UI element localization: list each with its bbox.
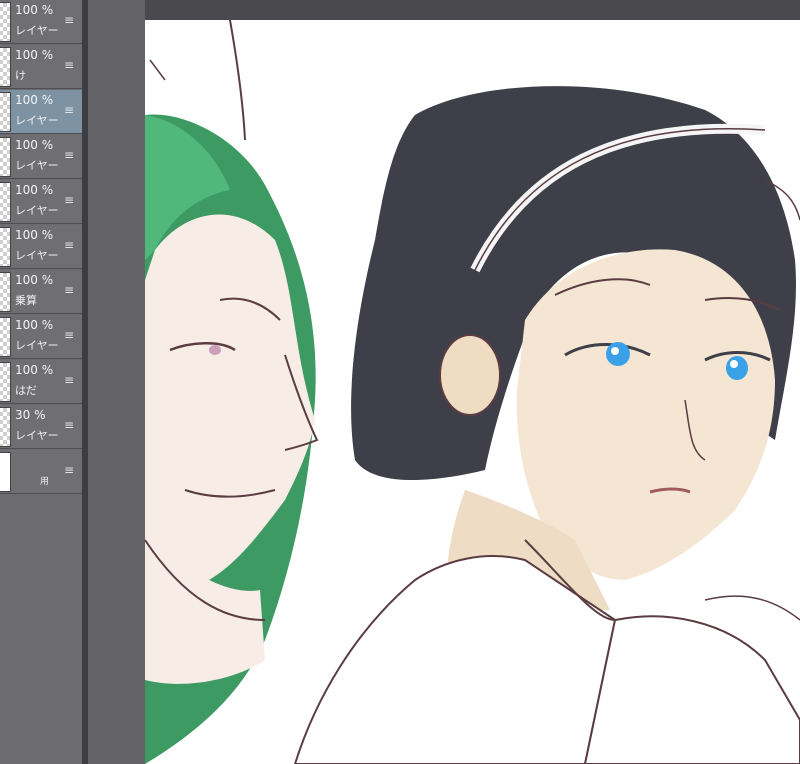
- layer-row[interactable]: 100 % レイヤー ≡: [0, 315, 82, 359]
- hamburger-menu-icon[interactable]: ≡: [64, 238, 74, 252]
- hamburger-menu-icon[interactable]: ≡: [64, 373, 74, 387]
- hamburger-menu-icon[interactable]: ≡: [64, 58, 74, 72]
- layer-thumbnail: [0, 2, 11, 42]
- hamburger-menu-icon[interactable]: ≡: [64, 148, 74, 162]
- hamburger-menu-icon[interactable]: ≡: [64, 193, 74, 207]
- layer-thumbnail: [0, 182, 11, 222]
- layer-row[interactable]: 100 % レイヤー ≡: [0, 135, 82, 179]
- layer-opacity: 100 %: [15, 3, 54, 17]
- layer-thumbnail: [0, 317, 11, 357]
- layer-name: レイヤー: [15, 249, 59, 262]
- hamburger-menu-icon[interactable]: ≡: [64, 13, 74, 27]
- layer-row[interactable]: 100 % レイヤー ≡: [0, 90, 82, 134]
- layer-thumbnail: [0, 407, 11, 447]
- layer-thumbnail: [0, 227, 11, 267]
- layer-opacity: 100 %: [15, 318, 54, 332]
- hamburger-menu-icon[interactable]: ≡: [64, 103, 74, 117]
- hamburger-menu-icon[interactable]: ≡: [64, 418, 74, 432]
- layer-row[interactable]: 100 % レイヤー ≡: [0, 0, 82, 44]
- hamburger-menu-icon[interactable]: ≡: [64, 328, 74, 342]
- layer-name: レイヤー: [15, 204, 59, 217]
- layer-name: レイヤー: [15, 24, 59, 37]
- layer-name: レイヤー: [15, 159, 59, 172]
- layer-row[interactable]: 100 % 乗算 ≡: [0, 270, 82, 314]
- layer-name: 用: [40, 477, 50, 487]
- layer-name: レイヤー: [15, 114, 59, 127]
- layer-name: け: [15, 69, 26, 82]
- layer-row[interactable]: 100 % け ≡: [0, 45, 82, 89]
- layer-row[interactable]: 100 % レイヤー ≡: [0, 180, 82, 224]
- layer-opacity: 100 %: [15, 138, 54, 152]
- artwork-illustration: [145, 20, 800, 764]
- layer-name: レイヤー: [15, 429, 59, 442]
- layer-name: レイヤー: [15, 339, 59, 352]
- layer-row[interactable]: 100 % はだ ≡: [0, 360, 82, 404]
- layer-opacity: 100 %: [15, 183, 54, 197]
- canvas-gutter: [88, 0, 145, 764]
- hamburger-menu-icon[interactable]: ≡: [64, 283, 74, 297]
- canvas-top-border: [145, 0, 800, 20]
- layer-thumbnail: [0, 362, 11, 402]
- layers-panel: 100 % レイヤー ≡ 100 % け ≡ 100 % レイヤー ≡ 100 % レイヤー ≡ 100…: [0, 0, 82, 764]
- drawing-canvas[interactable]: [145, 20, 800, 764]
- layer-thumbnail: [0, 272, 11, 312]
- layer-row[interactable]: 30 % レイヤー ≡: [0, 405, 82, 449]
- layer-name: 乗算: [15, 294, 37, 307]
- layer-thumbnail: [0, 452, 11, 492]
- layer-opacity: 100 %: [15, 228, 54, 242]
- layer-thumbnail: [0, 92, 11, 132]
- hamburger-menu-icon[interactable]: ≡: [64, 463, 74, 477]
- layer-opacity: 100 %: [15, 363, 54, 377]
- layer-opacity: 30 %: [15, 408, 46, 422]
- layer-thumbnail: [0, 137, 11, 177]
- layer-thumbnail: [0, 47, 11, 87]
- layer-opacity: 100 %: [15, 48, 54, 62]
- layer-opacity: 100 %: [15, 93, 54, 107]
- layer-row[interactable]: 100 % レイヤー ≡: [0, 225, 82, 269]
- layer-opacity: 100 %: [15, 273, 54, 287]
- layer-name: はだ: [15, 384, 37, 397]
- layer-row[interactable]: 用 ≡: [0, 450, 82, 494]
